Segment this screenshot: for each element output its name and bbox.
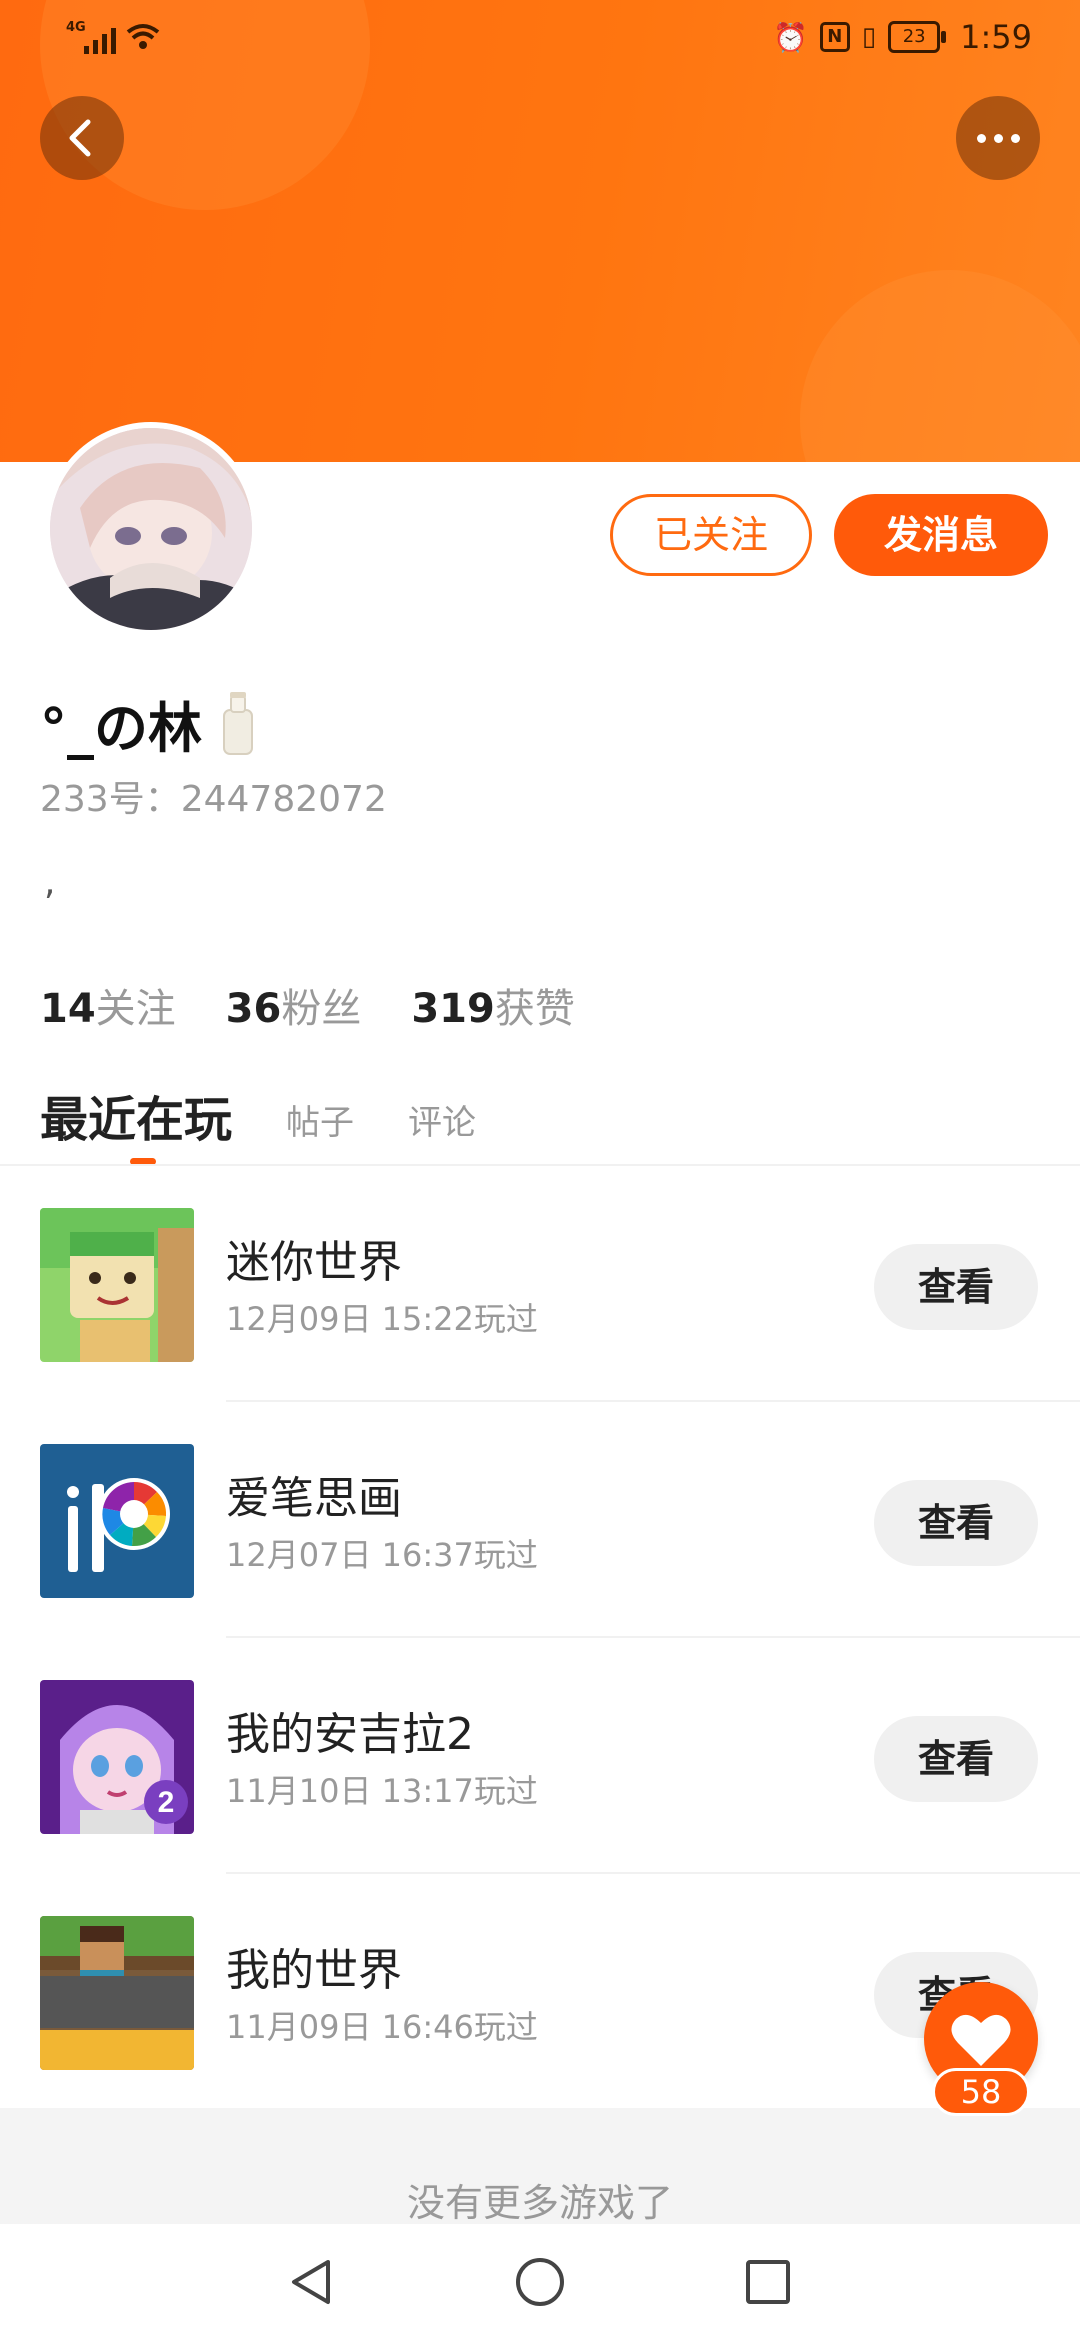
banner-decoration [800, 270, 1080, 462]
signal-icon [84, 28, 116, 54]
followed-button[interactable]: 已关注 [610, 494, 812, 576]
tab-comments[interactable]: 评论 [408, 1095, 476, 1144]
avatar-image [50, 428, 252, 630]
following-count: 14 [40, 986, 96, 1032]
game-icon-mini-world [40, 1208, 194, 1362]
back-button[interactable] [40, 96, 124, 180]
user-name: °_の林 [40, 697, 202, 760]
followers-label: 粉丝 [281, 986, 362, 1032]
avatar[interactable] [44, 422, 258, 636]
following-stat[interactable]: 14关注 [40, 976, 176, 1034]
game-played-time: 12月09日 15:22玩过 [226, 1300, 538, 1338]
likes-label: 获赞 [494, 986, 575, 1032]
list-item[interactable]: 迷你世界 12月09日 15:22玩过 查看 [0, 1166, 1080, 1402]
network-type: 4G [66, 20, 86, 35]
nav-recents-icon[interactable] [744, 2258, 792, 2306]
send-message-button[interactable]: 发消息 [834, 494, 1048, 576]
like-count-badge: 58 [932, 2068, 1030, 2116]
profile-header-banner: 4G ⏰ N ▯ 23 1:59 [0, 0, 1080, 462]
nav-back-icon[interactable] [286, 2256, 336, 2308]
game-played-time: 11月09日 16:46玩过 [226, 2008, 538, 2046]
more-button[interactable] [956, 96, 1040, 180]
no-more-games-text: 没有更多游戏了 [406, 2181, 673, 2225]
game-title: 我的安吉拉2 [226, 1709, 474, 1760]
user-name-row: °_の林 [40, 684, 256, 763]
likes-count: 319 [411, 986, 495, 1032]
game-icon-minecraft [40, 1916, 194, 2070]
game-played-time: 11月10日 13:17玩过 [226, 1772, 538, 1810]
svg-text:2: 2 [158, 1786, 175, 1819]
game-title: 我的世界 [226, 1945, 402, 1996]
following-label: 关注 [95, 986, 176, 1032]
view-button[interactable]: 查看 [874, 1716, 1038, 1802]
tab-recently-played[interactable]: 最近在玩 [40, 1080, 232, 1150]
game-played-time: 12月07日 16:37玩过 [226, 1536, 538, 1574]
likes-stat[interactable]: 319获赞 [411, 976, 575, 1034]
alarm-icon: ⏰ [772, 20, 808, 54]
user-id: 233号：244782072 [40, 779, 387, 820]
vibrate-icon: ▯ [861, 22, 877, 52]
followers-count: 36 [225, 986, 282, 1032]
tab-posts[interactable]: 帖子 [286, 1095, 354, 1144]
view-button[interactable]: 查看 [874, 1244, 1038, 1330]
milk-bottle-icon [220, 691, 256, 756]
nfc-icon: N [819, 22, 850, 52]
list-item[interactable]: 我的世界 11月09日 16:46玩过 查看 [0, 1874, 1080, 2110]
user-bio: , [44, 862, 56, 903]
game-title: 迷你世界 [226, 1237, 402, 1288]
clock: 1:59 [960, 18, 1032, 56]
system-navigation-bar [0, 2224, 1080, 2340]
game-icon-ibispaint [40, 1444, 194, 1598]
list-item[interactable]: 2 我的安吉拉2 11月10日 13:17玩过 查看 [0, 1638, 1080, 1874]
list-item[interactable]: 爱笔思画 12月07日 16:37玩过 查看 [0, 1402, 1080, 1638]
profile-stats: 14关注 36粉丝 319获赞 [40, 976, 575, 1034]
more-horizontal-icon [976, 133, 986, 143]
game-icon-my-talking-angela-2: 2 [40, 1680, 194, 1834]
nav-home-icon[interactable] [514, 2256, 566, 2308]
wifi-icon [126, 24, 160, 49]
game-title: 爱笔思画 [226, 1473, 402, 1524]
followers-stat[interactable]: 36粉丝 [226, 976, 362, 1034]
list-footer: 没有更多游戏了 [0, 2108, 1080, 2225]
profile-tabs: 最近在玩 帖子 评论 [40, 1080, 530, 1150]
battery-icon: 23 [888, 21, 947, 53]
chevron-left-icon [69, 119, 91, 157]
view-button[interactable]: 查看 [874, 1480, 1038, 1566]
status-bar: 4G ⏰ N ▯ 23 1:59 [0, 14, 1080, 60]
